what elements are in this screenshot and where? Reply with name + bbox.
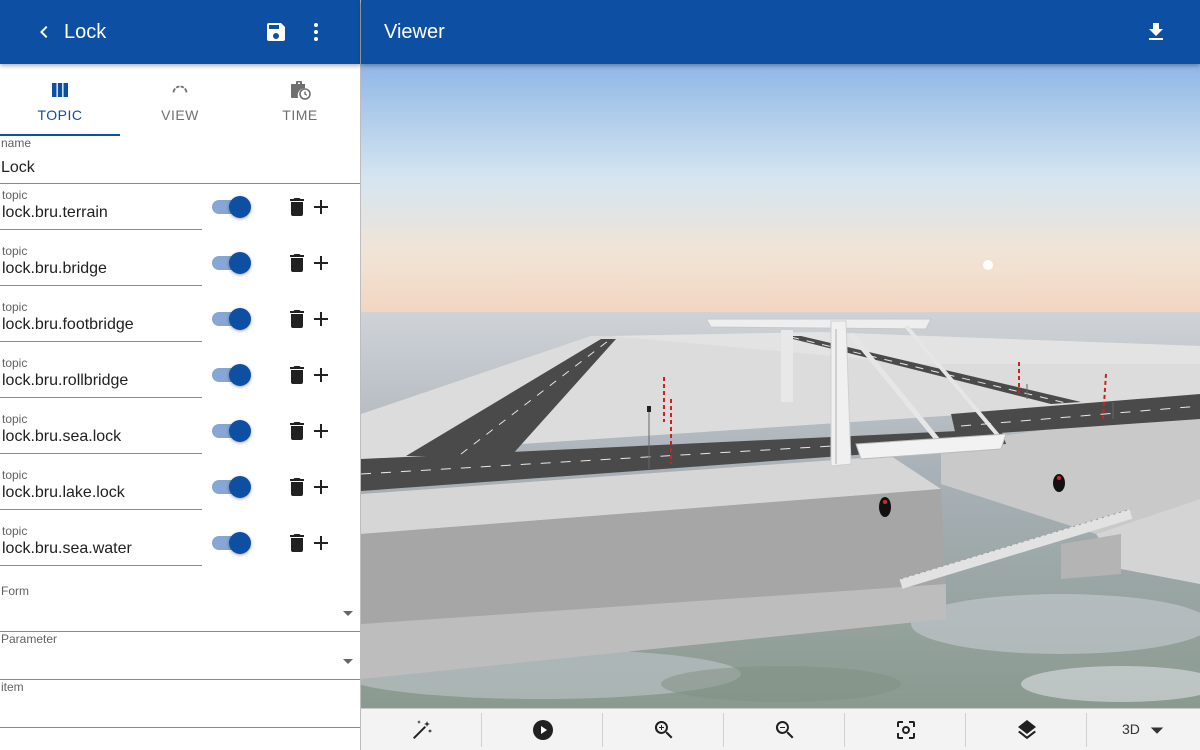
zoom-out-icon (775, 721, 794, 739)
work-history-icon (291, 81, 311, 100)
field-underline (0, 509, 202, 510)
topic-row: topic lock.bru.rollbridge (0, 356, 360, 412)
item-field[interactable]: item (0, 680, 360, 728)
topic-input[interactable]: lock.bru.footbridge (2, 316, 134, 334)
tab-label: VIEW (161, 107, 199, 123)
topic-input[interactable]: lock.bru.terrain (2, 204, 108, 222)
field-underline (0, 565, 202, 566)
tab-label: TOPIC (37, 107, 83, 123)
delete-icon[interactable] (285, 419, 309, 443)
topic-input[interactable]: lock.bru.lake.lock (2, 484, 125, 502)
viewer-app-bar: Viewer (361, 0, 1200, 64)
topic-row: topic lock.bru.terrain (0, 188, 360, 244)
parameter-select[interactable]: Parameter (0, 632, 360, 680)
topic-label: topic (2, 524, 28, 538)
topic-label: topic (2, 244, 28, 258)
topic-label: topic (2, 468, 28, 482)
topic-input[interactable]: lock.bru.sea.lock (2, 428, 121, 446)
field-underline (0, 229, 202, 230)
3d-viewport[interactable] (361, 64, 1200, 708)
parameter-select-label: Parameter (1, 632, 58, 646)
more-vert-icon[interactable] (304, 20, 328, 44)
arrow-drop-down-icon[interactable] (340, 605, 356, 621)
add-icon[interactable] (309, 475, 333, 499)
form-select[interactable]: Form (0, 584, 360, 632)
add-icon[interactable] (309, 251, 333, 275)
form-select-label: Form (1, 584, 29, 598)
topic-label: topic (2, 300, 28, 314)
zoom-in-button[interactable] (603, 713, 724, 747)
zoom-in-icon (654, 721, 673, 739)
center-focus-icon (897, 721, 915, 739)
topic-row: topic lock.bru.footbridge (0, 300, 360, 356)
tab-label: TIME (282, 107, 318, 123)
layers-button[interactable] (966, 713, 1087, 747)
view-column-icon (52, 83, 68, 97)
topic-input[interactable]: lock.bru.rollbridge (2, 372, 128, 390)
name-field-value[interactable]: Lock (1, 159, 35, 177)
download-icon[interactable] (1144, 20, 1168, 44)
topic-label: topic (2, 188, 28, 202)
delete-icon[interactable] (285, 251, 309, 275)
tab-view[interactable]: VIEW (120, 64, 240, 136)
save-icon[interactable] (264, 20, 288, 44)
topic-toggle[interactable] (212, 196, 251, 218)
delete-icon[interactable] (285, 307, 309, 331)
editor-panel: Lock TOPIC VIEW TIME name Lock topic loc… (0, 0, 361, 750)
tab-topic[interactable]: TOPIC (0, 64, 120, 136)
topic-toggle[interactable] (212, 252, 251, 274)
arrow-drop-down-icon (1150, 727, 1164, 734)
editor-tabs: TOPIC VIEW TIME (0, 64, 360, 136)
camera-shutter-icon (171, 84, 189, 94)
arrow-drop-down-icon[interactable] (340, 653, 356, 669)
topic-row: topic lock.bru.sea.water (0, 524, 360, 580)
add-icon[interactable] (309, 363, 333, 387)
editor-title: Lock (64, 21, 107, 43)
field-underline (0, 397, 202, 398)
add-icon[interactable] (309, 195, 333, 219)
field-underline (0, 341, 202, 342)
topic-label: topic (2, 356, 28, 370)
magic-wand-button[interactable] (361, 713, 482, 747)
play-button[interactable] (482, 713, 603, 747)
topic-toggle[interactable] (212, 364, 251, 386)
center-focus-button[interactable] (845, 713, 966, 747)
field-underline (0, 453, 202, 454)
editor-app-bar: Lock (0, 0, 360, 64)
viewer-toolbar: 3D (361, 708, 1200, 750)
play-icon (533, 720, 553, 740)
topic-row: topic lock.bru.lake.lock (0, 468, 360, 524)
add-icon[interactable] (309, 419, 333, 443)
add-icon[interactable] (309, 531, 333, 555)
delete-icon[interactable] (285, 363, 309, 387)
view-mode-label: 3D (1122, 721, 1140, 737)
name-field[interactable]: name Lock (0, 136, 360, 184)
chevron-left-icon[interactable] (32, 20, 56, 44)
name-field-label: name (1, 136, 32, 150)
topic-row: topic lock.bru.bridge (0, 244, 360, 300)
field-underline (0, 727, 360, 728)
magic-wand-icon (413, 720, 432, 739)
lock-scene-render (361, 64, 1200, 708)
delete-icon[interactable] (285, 531, 309, 555)
delete-icon[interactable] (285, 475, 309, 499)
topic-input[interactable]: lock.bru.bridge (2, 260, 107, 278)
topic-toggle[interactable] (212, 420, 251, 442)
topic-toggle[interactable] (212, 476, 251, 498)
topic-toggle[interactable] (212, 308, 251, 330)
view-mode-select[interactable]: 3D (1087, 713, 1197, 747)
topic-label: topic (2, 412, 28, 426)
layers-icon (1018, 720, 1036, 740)
field-underline (0, 285, 202, 286)
topic-toggle[interactable] (212, 532, 251, 554)
tab-time[interactable]: TIME (240, 64, 360, 136)
field-underline (0, 183, 360, 184)
zoom-out-button[interactable] (724, 713, 845, 747)
add-icon[interactable] (309, 307, 333, 331)
delete-icon[interactable] (285, 195, 309, 219)
topic-row: topic lock.bru.sea.lock (0, 412, 360, 468)
viewer-title: Viewer (384, 21, 445, 43)
item-field-label: item (1, 680, 24, 694)
topic-input[interactable]: lock.bru.sea.water (2, 540, 132, 558)
